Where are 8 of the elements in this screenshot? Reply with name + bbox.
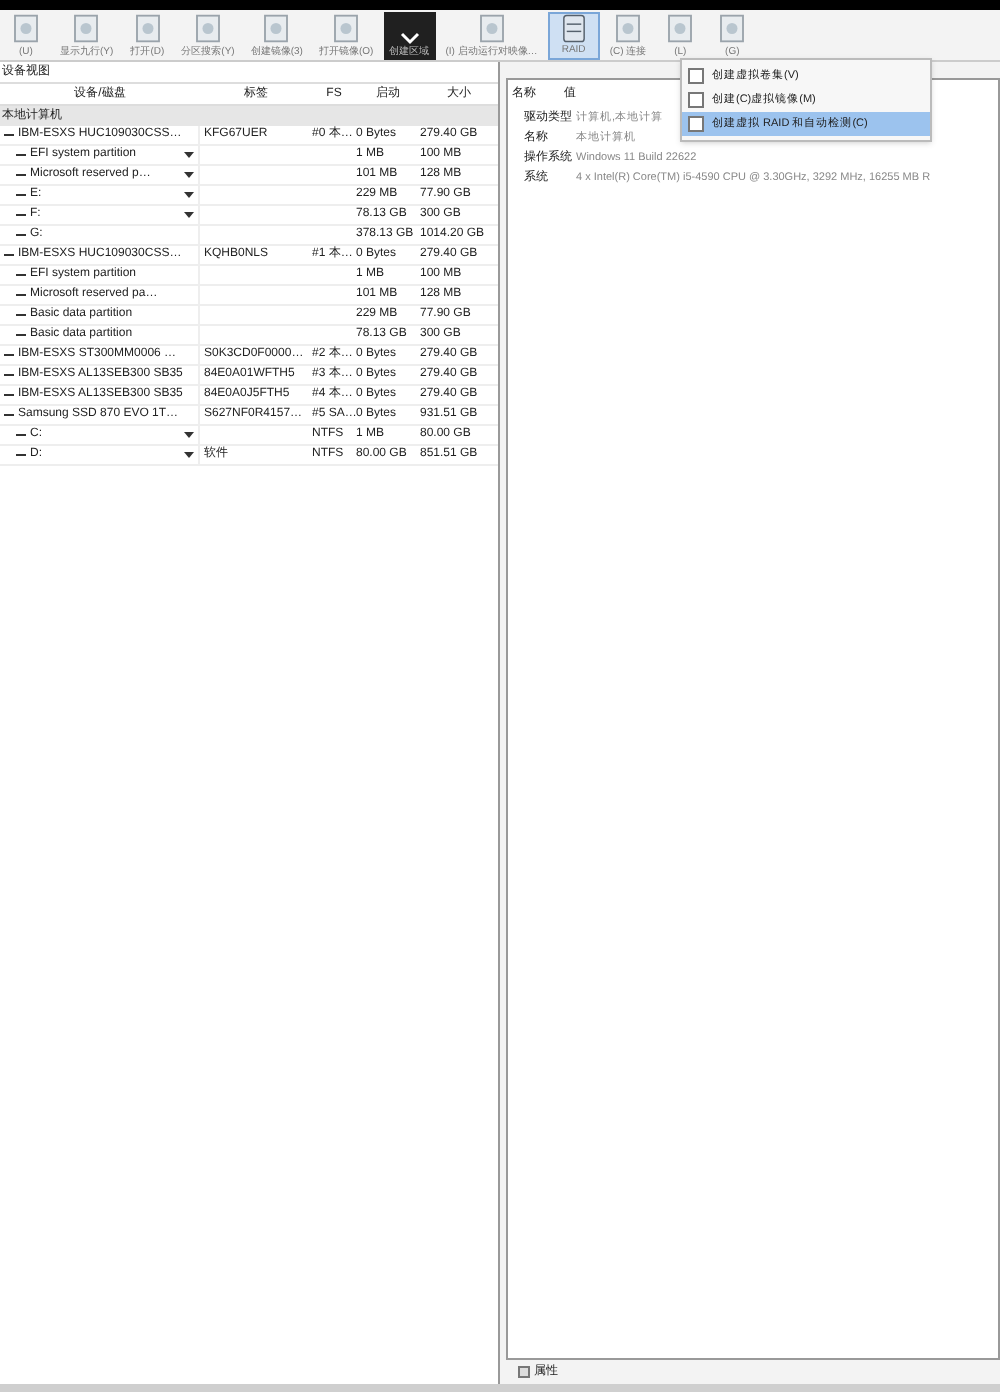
chevron-icon [397,29,422,45]
caret-icon [184,152,194,158]
properties-icon [518,1366,530,1378]
caret-icon [184,452,194,458]
caret-icon [184,212,194,218]
caret-icon [184,432,194,438]
caret-icon [184,172,194,178]
caret-icon [184,192,194,198]
